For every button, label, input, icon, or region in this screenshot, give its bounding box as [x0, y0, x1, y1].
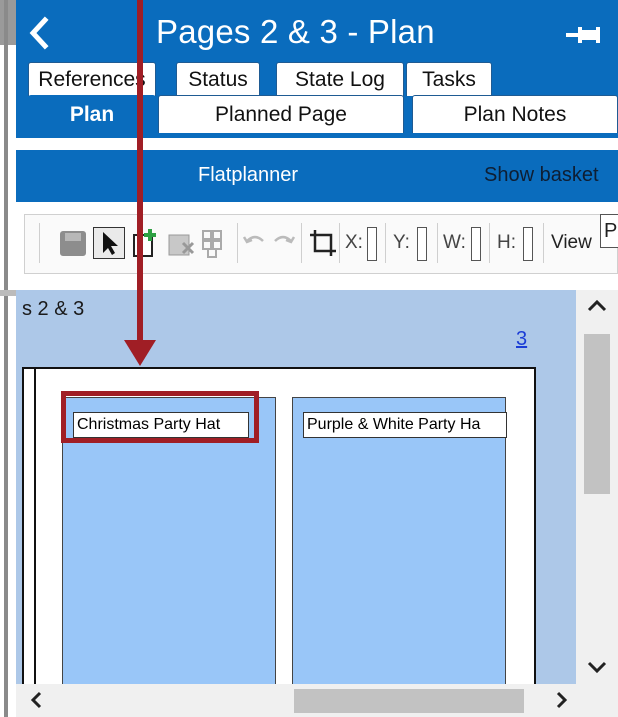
flatplanner-toolbar: X: Y: W: H: View P: [16, 202, 618, 286]
save-icon: [60, 231, 86, 256]
left-window-gutter: [0, 0, 16, 717]
toolbar-separator: [301, 223, 302, 263]
x-field[interactable]: [367, 227, 377, 261]
toolbar-separator: [237, 223, 238, 263]
horizontal-scrollbar[interactable]: [16, 684, 576, 717]
view-label: View: [551, 232, 592, 253]
add-page-icon: [133, 229, 156, 257]
h-label: H:: [497, 232, 516, 253]
plan-panel: Pages 2 & 3 - Plan References Status Sta…: [16, 0, 618, 717]
save-button[interactable]: [57, 227, 89, 259]
chevron-down-icon: [587, 661, 607, 674]
toolbar-separator: [437, 223, 438, 263]
undo-icon: [242, 235, 264, 244]
scroll-left-button[interactable]: [20, 684, 54, 717]
tab-planned-page[interactable]: Planned Page: [158, 95, 404, 133]
flatplanner-title: Flatplanner: [198, 164, 299, 186]
select-pointer-icon: [103, 232, 118, 255]
scroll-right-button[interactable]: [544, 684, 578, 717]
toolbar-frame: X: Y: W: H: View: [24, 214, 618, 274]
view-select[interactable]: P: [600, 214, 618, 248]
add-page-button[interactable]: [129, 227, 161, 259]
grid-button[interactable]: [199, 227, 231, 259]
w-label: W:: [443, 232, 466, 253]
crop-icon: [310, 230, 336, 256]
flatplan-canvas[interactable]: s 2 & 3 3 Christmas Party Hat Purple & W…: [16, 290, 576, 684]
callout-arrow-shaft: [137, 0, 143, 348]
tab-status[interactable]: Status: [176, 62, 260, 96]
pin-icon: [566, 27, 600, 43]
spread-margin-rule: [34, 369, 36, 684]
undo-button[interactable]: [241, 227, 269, 259]
gutter-header: [0, 0, 16, 45]
select-pointer-button[interactable]: [93, 227, 125, 259]
y-label: Y:: [393, 232, 410, 253]
delete-icon: [168, 234, 195, 256]
redo-button[interactable]: [269, 227, 297, 259]
flatplanner-bar: Flatplanner Show basket: [16, 150, 618, 202]
tab-state-log[interactable]: State Log: [276, 62, 404, 96]
toolbar-separator: [543, 223, 544, 263]
y-field[interactable]: [417, 227, 427, 261]
pin-button[interactable]: [564, 24, 604, 46]
panel-titlebar: Pages 2 & 3 - Plan: [16, 0, 618, 62]
chevron-left-small-icon: [30, 691, 42, 709]
tab-plan-notes[interactable]: Plan Notes: [412, 95, 618, 133]
grid-icon: [202, 230, 222, 258]
h-field[interactable]: [523, 227, 533, 261]
chevron-right-icon: [556, 691, 568, 709]
delete-page-button[interactable]: [165, 227, 197, 259]
callout-highlight-box: [61, 391, 259, 443]
back-button[interactable]: [26, 16, 52, 50]
callout-arrowhead-icon: [124, 340, 156, 366]
horizontal-scroll-thumb[interactable]: [294, 689, 524, 713]
w-field[interactable]: [471, 227, 481, 261]
tab-tasks[interactable]: Tasks: [406, 62, 492, 96]
tab-strip: References Status State Log Tasks Plan P…: [16, 62, 618, 138]
toolbar-separator: [385, 223, 386, 263]
tab-content-gap: [16, 138, 618, 150]
spread-label: s 2 & 3: [22, 298, 85, 320]
scroll-down-button[interactable]: [576, 650, 618, 684]
page-number-link[interactable]: 3: [516, 328, 527, 351]
x-label: X:: [345, 232, 363, 253]
redo-icon: [274, 235, 296, 244]
gutter-marker: [0, 290, 16, 296]
scroll-up-button[interactable]: [576, 290, 618, 324]
chevron-up-icon: [587, 299, 607, 312]
chevron-left-icon: [29, 16, 49, 50]
toolbar-grip: [39, 223, 40, 263]
toolbar-separator: [339, 223, 340, 263]
vertical-scroll-thumb[interactable]: [584, 334, 610, 494]
scrollbar-corner: [576, 684, 618, 717]
vertical-scrollbar[interactable]: [576, 290, 618, 684]
show-basket-button[interactable]: Show basket: [484, 164, 599, 187]
gutter-divider: [4, 0, 8, 717]
crop-button[interactable]: [307, 227, 339, 259]
toolbar-separator: [489, 223, 490, 263]
content-slot[interactable]: Purple & White Party Ha: [292, 397, 507, 684]
panel-title: Pages 2 & 3 - Plan: [156, 13, 435, 50]
slot-title: Purple & White Party Ha: [303, 412, 507, 438]
